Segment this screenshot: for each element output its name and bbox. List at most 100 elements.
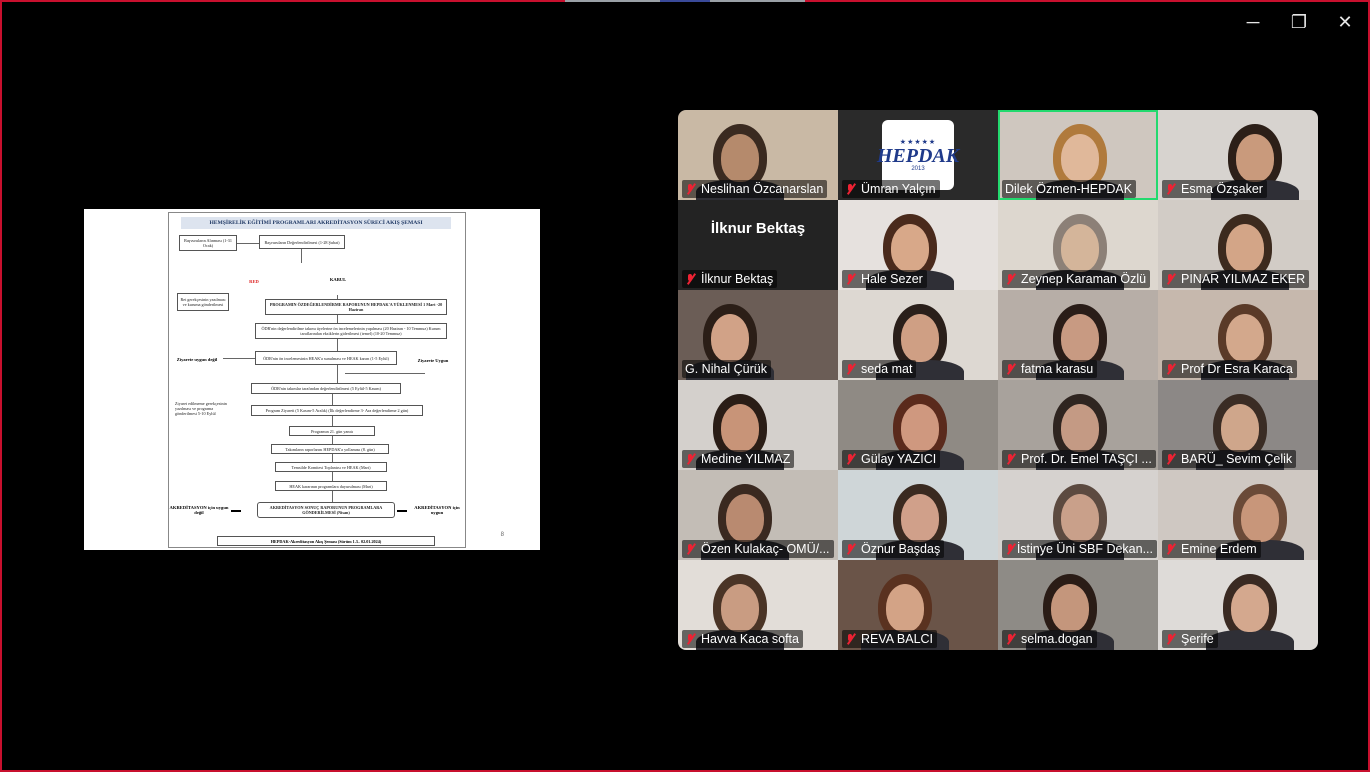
participant-tile[interactable]: fatma karasu xyxy=(998,290,1158,380)
participant-tile[interactable]: selma.dogan xyxy=(998,560,1158,650)
muted-mic-icon xyxy=(845,183,855,195)
muted-mic-icon xyxy=(1165,183,1175,195)
participant-name-tag: Hale Sezer xyxy=(842,270,927,288)
flow-arrow xyxy=(397,510,407,512)
participant-tile[interactable]: Esma Özşaker xyxy=(1158,110,1318,200)
muted-mic-icon xyxy=(1165,363,1175,375)
participant-tile[interactable]: Medine YILMAZ xyxy=(678,380,838,470)
participant-tile[interactable]: Şerife xyxy=(1158,560,1318,650)
flow-step-team-reports: Takımların raporlarını HEPDAK'a yollamas… xyxy=(271,444,389,454)
participant-face xyxy=(1241,494,1279,542)
participant-tile[interactable]: Özen Kulakaç- OMÜ/... xyxy=(678,470,838,560)
participant-face xyxy=(886,584,924,632)
participant-face xyxy=(711,314,749,362)
participant-name: Şerife xyxy=(1181,632,1214,646)
participant-tile[interactable]: PINAR YILMAZ EKER xyxy=(1158,200,1318,290)
participant-name-tag: REVA BALCI xyxy=(842,630,938,648)
participant-tile[interactable]: İstinye Üni SBF Dekan... xyxy=(998,470,1158,560)
participant-name: Havva Kaca softa xyxy=(701,632,799,646)
participant-tile[interactable]: REVA BALCI xyxy=(838,560,998,650)
participant-name: Dilek Özmen-HEPDAK xyxy=(1005,182,1133,196)
flow-step-visit: Program Ziyareti (5 Kasım-5 Aralık) (İlk… xyxy=(251,405,423,416)
participant-tile[interactable]: İlknur Bektaş İlknur Bektaş xyxy=(678,200,838,290)
participant-tile[interactable]: Hale Sezer xyxy=(838,200,998,290)
participant-face xyxy=(721,404,759,452)
flow-arrow xyxy=(237,243,259,244)
decision-accred-yes: AKREDİTASYON için uygun xyxy=(409,493,465,527)
participant-tile[interactable]: seda mat xyxy=(838,290,998,380)
restore-button[interactable]: ❐ xyxy=(1284,8,1314,36)
participant-face xyxy=(1061,494,1099,542)
participant-tile[interactable]: Öznur Başdaş xyxy=(838,470,998,560)
flow-step-result: AKREDİTASYON SONUÇ RAPORUNUN PROGRAMLARA… xyxy=(257,502,395,518)
participant-name-tag: İstinye Üni SBF Dekan... xyxy=(1002,540,1157,558)
participant-tile[interactable]: Neslihan Özcanarslan xyxy=(678,110,838,200)
participant-face xyxy=(901,404,939,452)
muted-mic-icon xyxy=(845,633,855,645)
participant-name-tag: İlknur Bektaş xyxy=(682,270,778,288)
participant-name-tag: G. Nihal Çürük xyxy=(682,360,771,378)
participant-face xyxy=(721,134,759,182)
muted-mic-icon xyxy=(1165,543,1175,555)
participant-tile[interactable]: Dilek Özmen-HEPDAK xyxy=(998,110,1158,200)
participant-name: Gülay YAZICI xyxy=(861,452,937,466)
participant-name: seda mat xyxy=(861,362,913,376)
participant-avatar-name: İlknur Bektaş xyxy=(710,220,806,237)
muted-mic-icon xyxy=(1165,633,1175,645)
participant-name-tag: Emine Erdem xyxy=(1162,540,1261,558)
participant-name-tag: PINAR YILMAZ EKER xyxy=(1162,270,1310,288)
participant-name-tag: fatma karasu xyxy=(1002,360,1098,378)
shared-slide: HEMŞİRELİK EĞİTİMİ PROGRAMLARI AKREDİTAS… xyxy=(84,209,540,550)
muted-mic-icon xyxy=(1165,453,1175,465)
muted-mic-icon xyxy=(845,273,855,285)
participant-name: İstinye Üni SBF Dekan... xyxy=(1016,542,1153,556)
participant-name-tag: Prof. Dr. Emel TAŞÇI ... xyxy=(1002,450,1156,468)
flow-step-evaluation: Başvuruların Değerlendirilmesi (1-28 Şub… xyxy=(259,235,345,249)
flow-arrow xyxy=(337,365,338,383)
participant-tile[interactable]: Havva Kaca softa xyxy=(678,560,838,650)
participant-name-tag: Öznur Başdaş xyxy=(842,540,945,558)
participant-name-tag: Ümran Yalçın xyxy=(842,180,940,198)
participant-name: REVA BALCI xyxy=(861,632,934,646)
participant-name: Medine YILMAZ xyxy=(701,452,791,466)
flow-step-reject-reason: Ret gerekçesinin yazılması ve kuruma gön… xyxy=(177,293,229,311)
flow-arrow xyxy=(332,454,333,462)
participant-face xyxy=(1061,404,1099,452)
participant-name: BARÜ_ Sevim Çelik xyxy=(1181,452,1293,466)
participant-tile[interactable]: ★★★★★ HEPDAK 2013 Ümran Yalçın xyxy=(838,110,998,200)
flow-arrow xyxy=(332,472,333,481)
participant-face xyxy=(901,494,939,542)
participant-name: Prof. Dr. Emel TAŞÇI ... xyxy=(1021,452,1152,466)
decision-accred-no: AKREDİTASYON için uygun değil xyxy=(169,493,229,527)
decision-kabul: KABUL xyxy=(311,263,365,295)
participant-face xyxy=(1221,404,1259,452)
participant-name-tag: Prof Dr Esra Karaca xyxy=(1162,360,1297,378)
participant-name-tag: Dilek Özmen-HEPDAK xyxy=(1002,180,1137,198)
participant-tile[interactable]: Emine Erdem xyxy=(1158,470,1318,560)
participant-tile[interactable]: Zeynep Karaman Özlü xyxy=(998,200,1158,290)
participant-name: G. Nihal Çürük xyxy=(685,362,767,376)
participant-face xyxy=(1061,224,1099,272)
participant-body xyxy=(1206,630,1294,650)
muted-mic-icon xyxy=(845,453,855,465)
participant-tile[interactable]: Prof Dr Esra Karaca xyxy=(1158,290,1318,380)
participant-name-tag: Esma Özşaker xyxy=(1162,180,1267,198)
participant-name-tag: Neslihan Özcanarslan xyxy=(682,180,828,198)
participant-name: Özen Kulakaç- OMÜ/... xyxy=(701,542,830,556)
flow-step-no-visit: Ziyaret edilmeme gerekçesinin yazılması … xyxy=(173,395,231,421)
close-button[interactable]: ✕ xyxy=(1330,8,1360,36)
participant-tile[interactable]: Prof. Dr. Emel TAŞÇI ... xyxy=(998,380,1158,470)
participant-tile[interactable]: G. Nihal Çürük xyxy=(678,290,838,380)
participant-tile[interactable]: Gülay YAZICI xyxy=(838,380,998,470)
decision-suitable: Ziyarete Uygun xyxy=(411,345,455,375)
flow-step-response: Programın 21. gün yanıtı xyxy=(289,426,375,436)
participant-name: Esma Özşaker xyxy=(1181,182,1263,196)
participant-face xyxy=(1051,584,1089,632)
flow-arrow xyxy=(337,339,338,351)
participant-face xyxy=(891,224,929,272)
minimize-button[interactable]: ─ xyxy=(1238,8,1268,36)
logo-text: 2013 xyxy=(911,166,925,172)
participant-name: Hale Sezer xyxy=(861,272,923,286)
participant-tile[interactable]: BARÜ_ Sevim Çelik xyxy=(1158,380,1318,470)
participant-name: Neslihan Özcanarslan xyxy=(701,182,824,196)
